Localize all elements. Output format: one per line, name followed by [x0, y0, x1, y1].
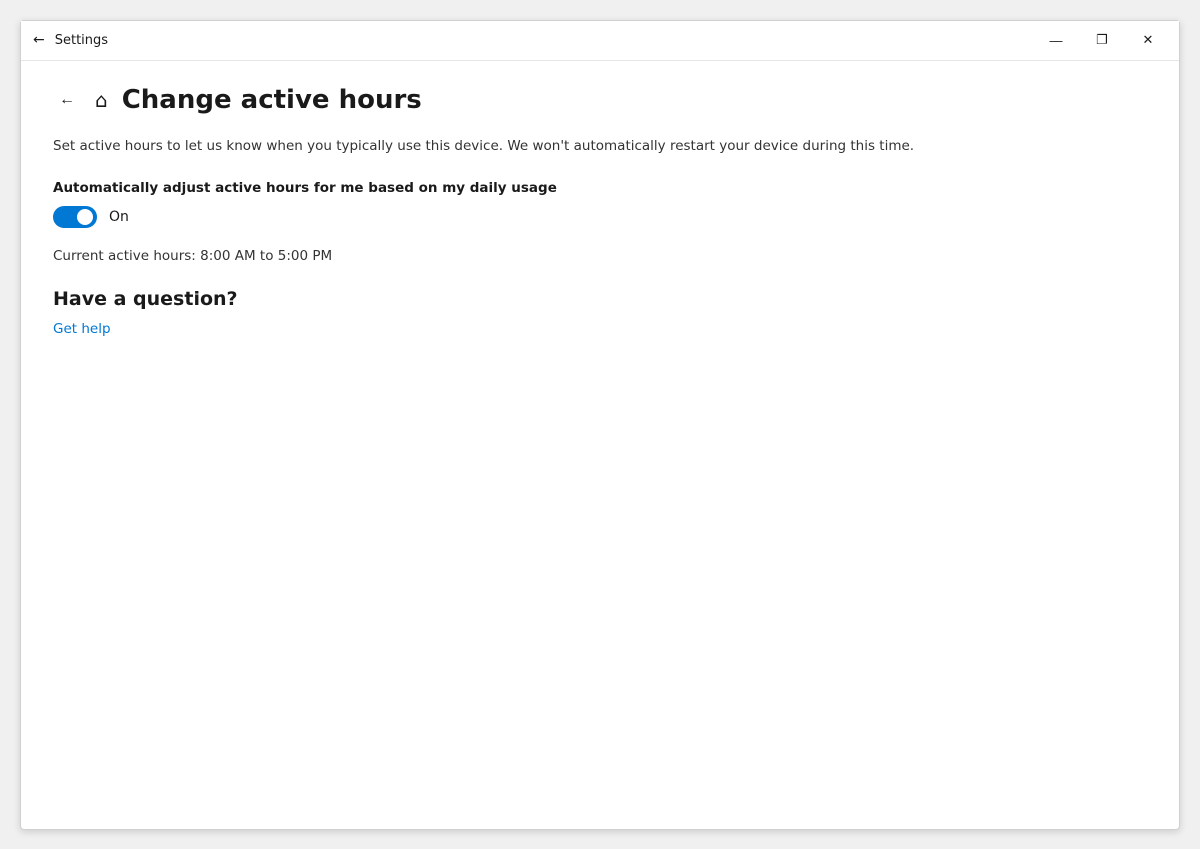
auto-adjust-toggle[interactable] — [53, 206, 97, 228]
back-arrow-icon: ← — [59, 91, 75, 109]
settings-window: ← Settings — ❐ ✕ ← ⌂ Change active hours… — [20, 20, 1180, 830]
question-section: Have a question? Get help — [53, 288, 1147, 337]
active-hours-to: to — [260, 248, 274, 264]
minimize-button[interactable]: — — [1033, 20, 1079, 60]
active-hours-end: 5:00 PM — [278, 248, 332, 264]
titlebar-controls: — ❐ ✕ — [1033, 20, 1171, 60]
titlebar-title: Settings — [55, 33, 108, 48]
question-heading: Have a question? — [53, 288, 1147, 310]
active-hours-start: 8:00 AM — [200, 248, 256, 264]
toggle-state-label: On — [109, 209, 129, 225]
titlebar-back-icon: ← — [33, 32, 45, 48]
get-help-link[interactable]: Get help — [53, 321, 111, 337]
page-title: Change active hours — [122, 85, 422, 116]
back-button[interactable]: ← — [53, 86, 81, 114]
active-hours-info: Current active hours: 8:00 AM to 5:00 PM — [53, 248, 1147, 264]
auto-adjust-section: Automatically adjust active hours for me… — [53, 180, 1147, 228]
toggle-row: On — [53, 206, 1147, 228]
auto-adjust-label: Automatically adjust active hours for me… — [53, 180, 1147, 196]
toggle-thumb — [77, 209, 93, 225]
titlebar-left: ← Settings — [33, 32, 108, 48]
home-icon: ⌂ — [95, 88, 108, 112]
restore-button[interactable]: ❐ — [1079, 20, 1125, 60]
close-button[interactable]: ✕ — [1125, 20, 1171, 60]
titlebar: ← Settings — ❐ ✕ — [21, 21, 1179, 61]
page-description: Set active hours to let us know when you… — [53, 136, 953, 156]
page-content: ← ⌂ Change active hours Set active hours… — [21, 61, 1179, 829]
page-header: ← ⌂ Change active hours — [53, 85, 1147, 116]
active-hours-label: Current active hours: — [53, 248, 196, 264]
